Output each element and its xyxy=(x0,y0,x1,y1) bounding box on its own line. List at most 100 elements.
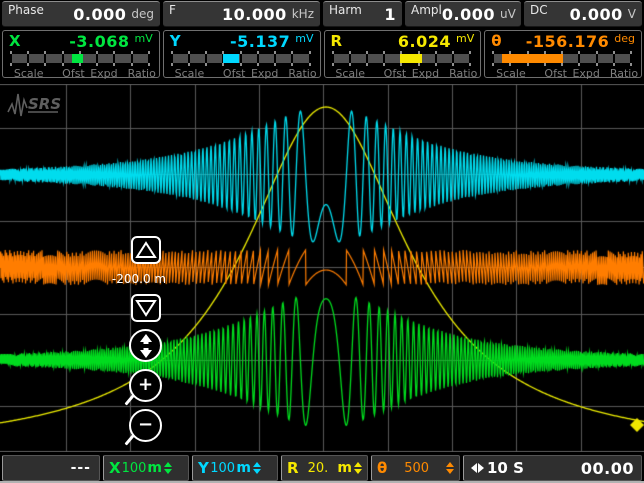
scale-letter: R xyxy=(287,459,299,477)
param-box-phase[interactable]: Phase 0.000 deg xyxy=(2,1,160,27)
scale-box-Y[interactable]: Y100m xyxy=(192,455,278,481)
param-label: Phase xyxy=(8,3,44,17)
scope-canvas xyxy=(0,84,644,452)
param-label: Harm xyxy=(329,3,362,17)
channel-unit: deg xyxy=(614,32,635,45)
channel-row: X-3.068mVScaleOfstExpdRatioY-5.137mVScal… xyxy=(2,30,642,78)
meter-tick xyxy=(469,51,471,66)
param-unit: deg xyxy=(131,7,154,21)
channel-box-Y[interactable]: Y-5.137mVScaleOfstExpdRatio xyxy=(163,30,321,78)
menu-ratio[interactable]: Ratio xyxy=(128,67,156,80)
menu-ratio[interactable]: Ratio xyxy=(288,67,316,80)
menu-expd[interactable]: Expd xyxy=(90,67,117,80)
meter-tick xyxy=(96,51,98,66)
menu-scale[interactable]: Scale xyxy=(335,67,365,80)
logo-text: SRS xyxy=(28,95,61,113)
srs-logo: SRS xyxy=(6,91,62,123)
autoscale-button[interactable] xyxy=(129,329,162,362)
menu-ofst[interactable]: Ofst xyxy=(384,67,407,80)
channel-letter: X xyxy=(9,32,21,50)
scale-up-button[interactable] xyxy=(131,236,161,264)
meter-tick xyxy=(10,51,12,66)
param-box-dc[interactable]: DC0.000V xyxy=(524,1,642,27)
pan-arrows-icon xyxy=(471,463,484,473)
scale-box-X[interactable]: X100m xyxy=(103,455,189,481)
meter-tick xyxy=(332,51,334,66)
stepper-arrows-icon[interactable] xyxy=(253,462,261,474)
meter-tick xyxy=(309,51,311,66)
scale-down-button[interactable] xyxy=(131,294,161,322)
meter-tick xyxy=(492,51,494,66)
channel-unit: mV xyxy=(456,32,474,45)
meter-tick xyxy=(383,51,385,66)
param-unit: uV xyxy=(500,7,516,21)
channel-meter-bar xyxy=(493,51,631,66)
stepper-arrows-icon[interactable] xyxy=(164,462,172,474)
param-unit: kHz xyxy=(292,7,314,21)
menu-scale[interactable]: Scale xyxy=(14,67,44,80)
top-parameter-row: Phase0.000degF10.000kHzHarm1Ampl0.000uVD… xyxy=(2,1,642,27)
meter-tick xyxy=(62,51,64,66)
stepper-arrows-icon[interactable] xyxy=(354,462,362,474)
bottom-status-bar: --- X100mY100mR20.mθ500 10 S 00.00 xyxy=(2,455,642,481)
channel-letter: R xyxy=(331,32,343,50)
menu-expd[interactable]: Expd xyxy=(412,67,439,80)
menu-expd[interactable]: Expd xyxy=(251,67,278,80)
channel-value: 6.024 xyxy=(398,32,451,51)
meter-tick xyxy=(366,51,368,66)
scale-letter: X xyxy=(109,459,121,477)
meter-indicator xyxy=(502,54,563,63)
param-value: 0.000 xyxy=(73,5,126,24)
menu-expd[interactable]: Expd xyxy=(572,67,599,80)
menu-scale[interactable]: Scale xyxy=(496,67,526,80)
channel-value: -5.137 xyxy=(230,32,290,51)
param-value: 0.000 xyxy=(442,5,495,24)
menu-ratio[interactable]: Ratio xyxy=(610,67,638,80)
scale-value: 500 xyxy=(387,461,446,476)
channel-value: -156.176 xyxy=(526,32,610,51)
channel-unit: mV xyxy=(135,32,153,45)
stepper-arrows-icon[interactable] xyxy=(446,462,454,474)
meter-tick xyxy=(452,51,454,66)
menu-ofst[interactable]: Ofst xyxy=(544,67,567,80)
meter-tick xyxy=(188,51,190,66)
scale-box-θ[interactable]: θ500 xyxy=(371,455,460,481)
param-unit: V xyxy=(628,7,636,21)
status-text: --- xyxy=(71,460,91,476)
meter-indicator xyxy=(223,54,239,63)
channel-value: -3.068 xyxy=(69,32,129,51)
lockin-screen: Phase0.000degF10.000kHzHarm1Ampl0.000uVD… xyxy=(0,0,644,483)
timebase-span: 10 S xyxy=(487,459,524,477)
meter-indicator xyxy=(72,54,84,63)
scale-letter: θ xyxy=(377,459,387,477)
triangle-up-icon xyxy=(135,241,157,259)
meter-tick xyxy=(630,51,632,66)
menu-ratio[interactable]: Ratio xyxy=(449,67,477,80)
meter-tick xyxy=(171,51,173,66)
channel-meter-bar xyxy=(333,51,471,66)
param-value: 1 xyxy=(384,5,396,24)
param-value: 0.000 xyxy=(570,5,623,24)
zoom-out-button[interactable]: − xyxy=(129,409,162,442)
menu-scale[interactable]: Scale xyxy=(175,67,205,80)
channel-box-R[interactable]: R 6.024 mV Scale Ofst Expd Ratio xyxy=(324,30,482,78)
channel-box-X[interactable]: X -3.068 mV Scale Ofst Expd Ratio xyxy=(2,30,160,78)
triangle-down-icon xyxy=(135,299,157,317)
menu-ofst[interactable]: Ofst xyxy=(62,67,85,80)
channel-unit: mV xyxy=(295,32,313,45)
param-box-ampl[interactable]: Ampl0.000uV xyxy=(405,1,521,27)
zoom-in-button[interactable]: + xyxy=(129,369,162,402)
meter-tick xyxy=(349,51,351,66)
param-box-f[interactable]: F10.000kHz xyxy=(163,1,320,27)
param-box-harm[interactable]: Harm 1 xyxy=(323,1,402,27)
channel-box-θ[interactable]: θ-156.176degScaleOfstExpdRatio xyxy=(484,30,642,78)
scale-box-R[interactable]: R20.m xyxy=(281,455,368,481)
scale-value: 100 xyxy=(121,461,148,476)
waveform-plot: SRS -200.0 m + − xyxy=(0,84,644,452)
menu-ofst[interactable]: Ofst xyxy=(223,67,246,80)
plus-icon: + xyxy=(138,376,153,394)
param-label: F xyxy=(169,3,176,17)
meter-tick xyxy=(113,51,115,66)
status-box: --- xyxy=(2,455,100,481)
timebase-box[interactable]: 10 S 00.00 xyxy=(463,455,642,481)
